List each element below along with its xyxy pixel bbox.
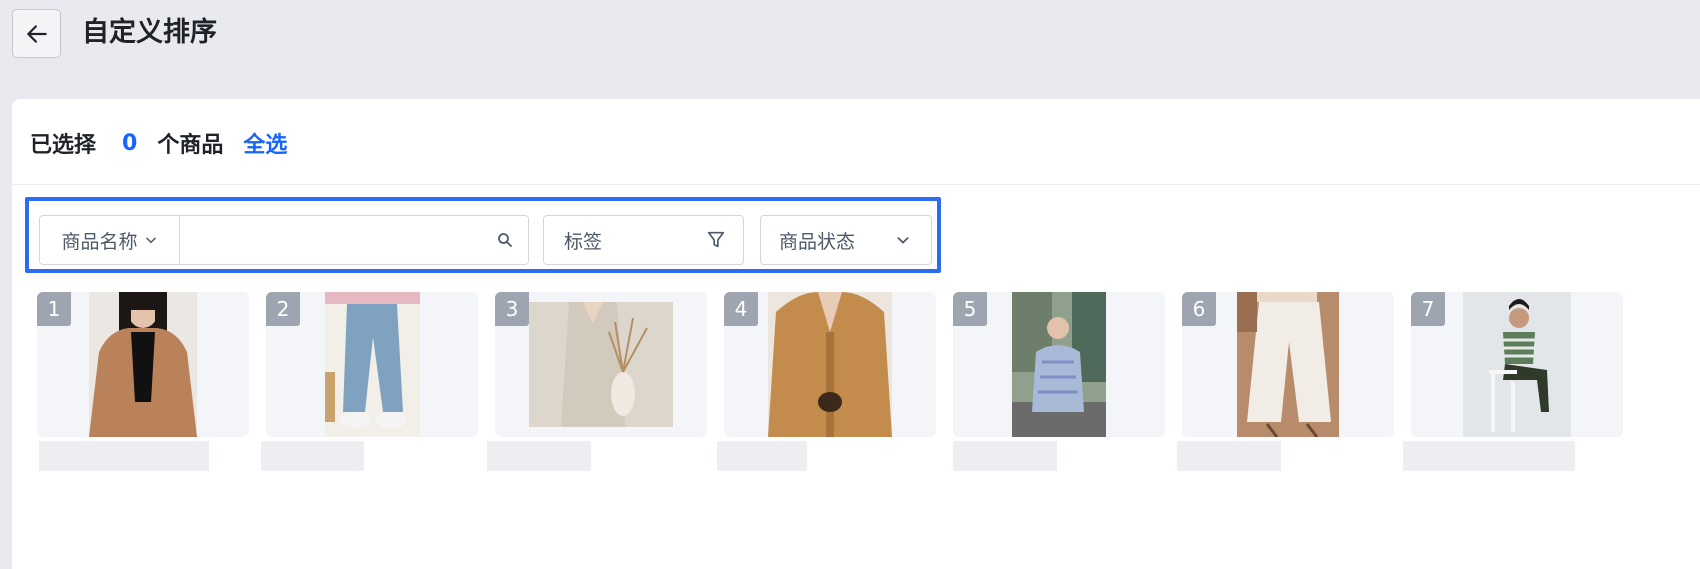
selection-prefix: 已选择	[30, 133, 97, 158]
product-card[interactable]: 4	[724, 292, 936, 437]
product-card[interactable]: 1	[37, 292, 249, 437]
search-field-selector[interactable]: 商品名称	[40, 216, 180, 264]
product-index-badge: 6	[1182, 292, 1216, 326]
selection-summary: 已选择 0 个商品 全选	[30, 125, 287, 161]
product-card[interactable]: 6	[1182, 292, 1394, 437]
search-input-wrap	[180, 216, 528, 264]
product-card[interactable]: 2	[266, 292, 478, 437]
blurred-product-title	[1177, 441, 1281, 471]
patterned-cardigan-street-photo	[1012, 292, 1106, 437]
product-card[interactable]: 3	[495, 292, 707, 437]
product-name-search: 商品名称	[39, 215, 529, 265]
product-card[interactable]: 5	[953, 292, 1165, 437]
product-index-badge: 4	[724, 292, 758, 326]
tag-filter[interactable]: 标签	[543, 215, 744, 265]
search-field-selector-label: 商品名称	[61, 230, 138, 253]
divider	[12, 184, 1700, 185]
linen-dress-vase-photo	[529, 302, 673, 427]
search-icon[interactable]	[496, 231, 514, 249]
status-filter[interactable]: 商品状态	[760, 215, 932, 265]
chevron-down-icon	[145, 237, 156, 244]
status-filter-label: 商品状态	[779, 230, 856, 253]
product-index-badge: 5	[953, 292, 987, 326]
white-wide-pants-photo	[1237, 292, 1339, 437]
blurred-product-title	[1403, 441, 1575, 471]
search-input[interactable]	[180, 216, 528, 264]
top-bar: 自定义排序	[0, 0, 1700, 98]
chevron-down-icon	[897, 237, 909, 244]
arrow-left-icon	[26, 24, 47, 43]
striped-tee-chair-photo	[1463, 292, 1571, 437]
blurred-product-title	[953, 441, 1057, 471]
product-index-badge: 7	[1411, 292, 1445, 326]
main-panel: 已选择 0 个商品 全选 商品名称 标签 商品状态 1 2 3 4 5 6 7	[12, 99, 1700, 569]
filter-funnel-icon	[707, 231, 725, 248]
blurred-product-title	[261, 441, 364, 471]
blurred-product-title	[717, 441, 807, 471]
tag-filter-label: 标签	[564, 230, 603, 253]
blurred-product-title	[487, 441, 591, 471]
page-title: 自定义排序	[82, 17, 217, 48]
selected-count: 0	[122, 130, 138, 156]
product-index-badge: 1	[37, 292, 71, 326]
blue-jeans-sneakers-photo	[325, 292, 420, 437]
product-index-badge: 3	[495, 292, 529, 326]
camel-knit-cardigan-photo	[768, 292, 892, 437]
select-all-link[interactable]: 全选	[243, 127, 287, 159]
selection-suffix: 个商品	[157, 133, 224, 158]
woman-camel-blazer-photo	[89, 292, 197, 437]
filter-bar-highlight: 商品名称 标签 商品状态	[25, 197, 941, 273]
back-button[interactable]	[12, 9, 61, 58]
product-card[interactable]: 7	[1411, 292, 1623, 437]
blurred-product-title	[39, 441, 209, 471]
product-index-badge: 2	[266, 292, 300, 326]
